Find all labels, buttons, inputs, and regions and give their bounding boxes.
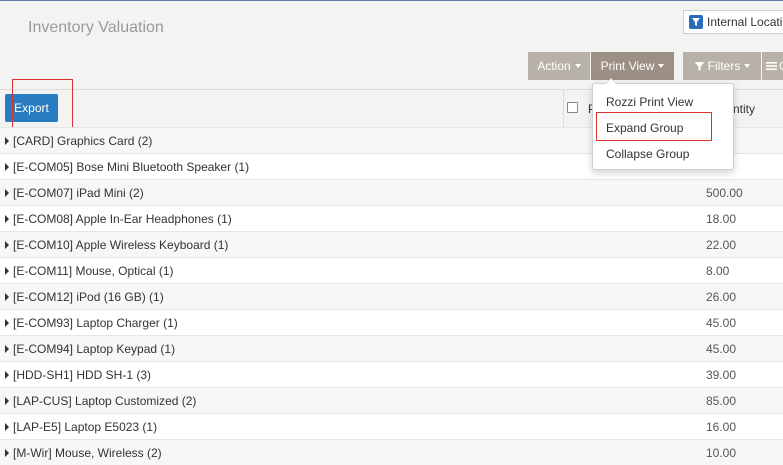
group-row[interactable]: [E-COM93] Laptop Charger (1) 45.00 <box>0 309 783 335</box>
group-row[interactable]: [E-COM11] Mouse, Optical (1) 8.00 <box>0 257 783 283</box>
group-row[interactable]: [E-COM08] Apple In-Ear Headphones (1) 18.… <box>0 205 783 231</box>
group-label: [M-Wir] Mouse, Wireless (2) <box>13 445 162 460</box>
menu-pointer-fill <box>606 79 616 84</box>
group-row[interactable]: [E-COM10] Apple Wireless Keyboard (1) 22.… <box>0 231 783 257</box>
filter-icon <box>689 15 703 29</box>
group-row[interactable]: [E-COM94] Laptop Keypad (1) 45.00 <box>0 335 783 361</box>
group-row[interactable]: [E-COM12] iPod (16 GB) (1) 26.00 <box>0 283 783 309</box>
expand-caret-icon[interactable] <box>5 266 9 275</box>
menu-item-collapse-group[interactable]: Collapse Group <box>606 147 689 161</box>
expand-caret-icon[interactable] <box>5 188 9 197</box>
expand-caret-icon[interactable] <box>5 292 9 301</box>
group-label: [LAP-E5] Laptop E5023 (1) <box>13 419 158 434</box>
group-label: [HDD-SH1] HDD SH-1 (3) <box>13 367 152 382</box>
filters-label: Filters <box>707 59 741 73</box>
group-label: [E-COM08] Apple In-Ear Headphones (1) <box>13 211 232 226</box>
expand-caret-icon[interactable] <box>5 344 9 353</box>
group-label: [LAP-CUS] Laptop Customized (2) <box>13 393 197 408</box>
group-label: [E-COM07] iPad Mini (2) <box>13 185 144 200</box>
group-by-button[interactable]: G <box>762 52 783 80</box>
expand-caret-icon[interactable] <box>5 396 9 405</box>
column-header-quantity[interactable]: ntity <box>733 102 755 116</box>
group-quantity: 45.00 <box>706 341 737 356</box>
expand-caret-icon[interactable] <box>5 370 9 379</box>
group-row[interactable]: [E-COM07] iPad Mini (2) 500.00 <box>0 179 783 205</box>
funnel-icon <box>694 61 705 71</box>
group-by-label: G <box>779 59 783 73</box>
filter-facet-label: Internal Locati <box>707 15 783 29</box>
group-label: [E-COM05] Bose Mini Bluetooth Speaker (1… <box>13 159 250 174</box>
chevron-down-icon <box>658 64 665 68</box>
group-quantity: 8.00 <box>706 263 730 278</box>
filters-button[interactable]: Filters <box>683 52 761 80</box>
group-row[interactable]: [M-Wir] Mouse, Wireless (2) 10.00 <box>0 439 783 465</box>
list-icon <box>766 62 777 70</box>
group-label: [E-COM94] Laptop Keypad (1) <box>13 341 176 356</box>
export-button[interactable]: Export <box>5 94 58 122</box>
group-row[interactable]: [LAP-E5] Laptop E5023 (1) 16.00 <box>0 413 783 439</box>
select-all-checkbox[interactable] <box>567 102 578 113</box>
group-quantity: 22.00 <box>706 237 737 252</box>
print-view-dropdown-menu: Rozzi Print View Expand Group Collapse G… <box>592 78 734 170</box>
group-label: [CARD] Graphics Card (2) <box>13 133 153 148</box>
expand-caret-icon[interactable] <box>5 162 9 171</box>
action-label: Action <box>537 59 571 73</box>
group-label: [E-COM12] iPod (16 GB) (1) <box>13 289 164 304</box>
action-button[interactable]: Action <box>528 52 590 80</box>
group-quantity: 500.00 <box>706 185 743 200</box>
top-border-line <box>0 0 783 1</box>
group-row[interactable]: [HDD-SH1] HDD SH-1 (3) 39.00 <box>0 361 783 387</box>
menu-item-expand-group[interactable]: Expand Group <box>606 121 683 135</box>
group-row[interactable]: [LAP-CUS] Laptop Customized (2) 85.00 <box>0 387 783 413</box>
chevron-down-icon <box>744 64 751 68</box>
group-label: [E-COM10] Apple Wireless Keyboard (1) <box>13 237 229 252</box>
expand-caret-icon[interactable] <box>5 214 9 223</box>
group-quantity: 85.00 <box>706 393 737 408</box>
group-label: [E-COM11] Mouse, Optical (1) <box>13 263 174 278</box>
group-quantity: 45.00 <box>706 315 737 330</box>
group-rows: [CARD] Graphics Card (2) [E-COM05] Bose … <box>0 127 783 465</box>
page-title: Inventory Valuation <box>28 19 164 36</box>
expand-caret-icon[interactable] <box>5 136 9 145</box>
chevron-down-icon <box>574 64 581 68</box>
location-filter-facet[interactable]: Internal Locati <box>683 10 783 34</box>
group-quantity: 26.00 <box>706 289 737 304</box>
group-quantity: 18.00 <box>706 211 737 226</box>
print-view-label: Print View <box>600 59 655 73</box>
print-view-button[interactable]: Print View <box>591 52 674 80</box>
group-quantity: 16.00 <box>706 419 737 434</box>
group-quantity: 39.00 <box>706 367 737 382</box>
group-quantity: 10.00 <box>706 445 737 460</box>
expand-caret-icon[interactable] <box>5 240 9 249</box>
column-divider <box>563 90 564 127</box>
expand-caret-icon[interactable] <box>5 318 9 327</box>
menu-item-rozzi-print-view[interactable]: Rozzi Print View <box>606 95 693 109</box>
expand-caret-icon[interactable] <box>5 448 9 457</box>
group-label: [E-COM93] Laptop Charger (1) <box>13 315 178 330</box>
expand-caret-icon[interactable] <box>5 422 9 431</box>
